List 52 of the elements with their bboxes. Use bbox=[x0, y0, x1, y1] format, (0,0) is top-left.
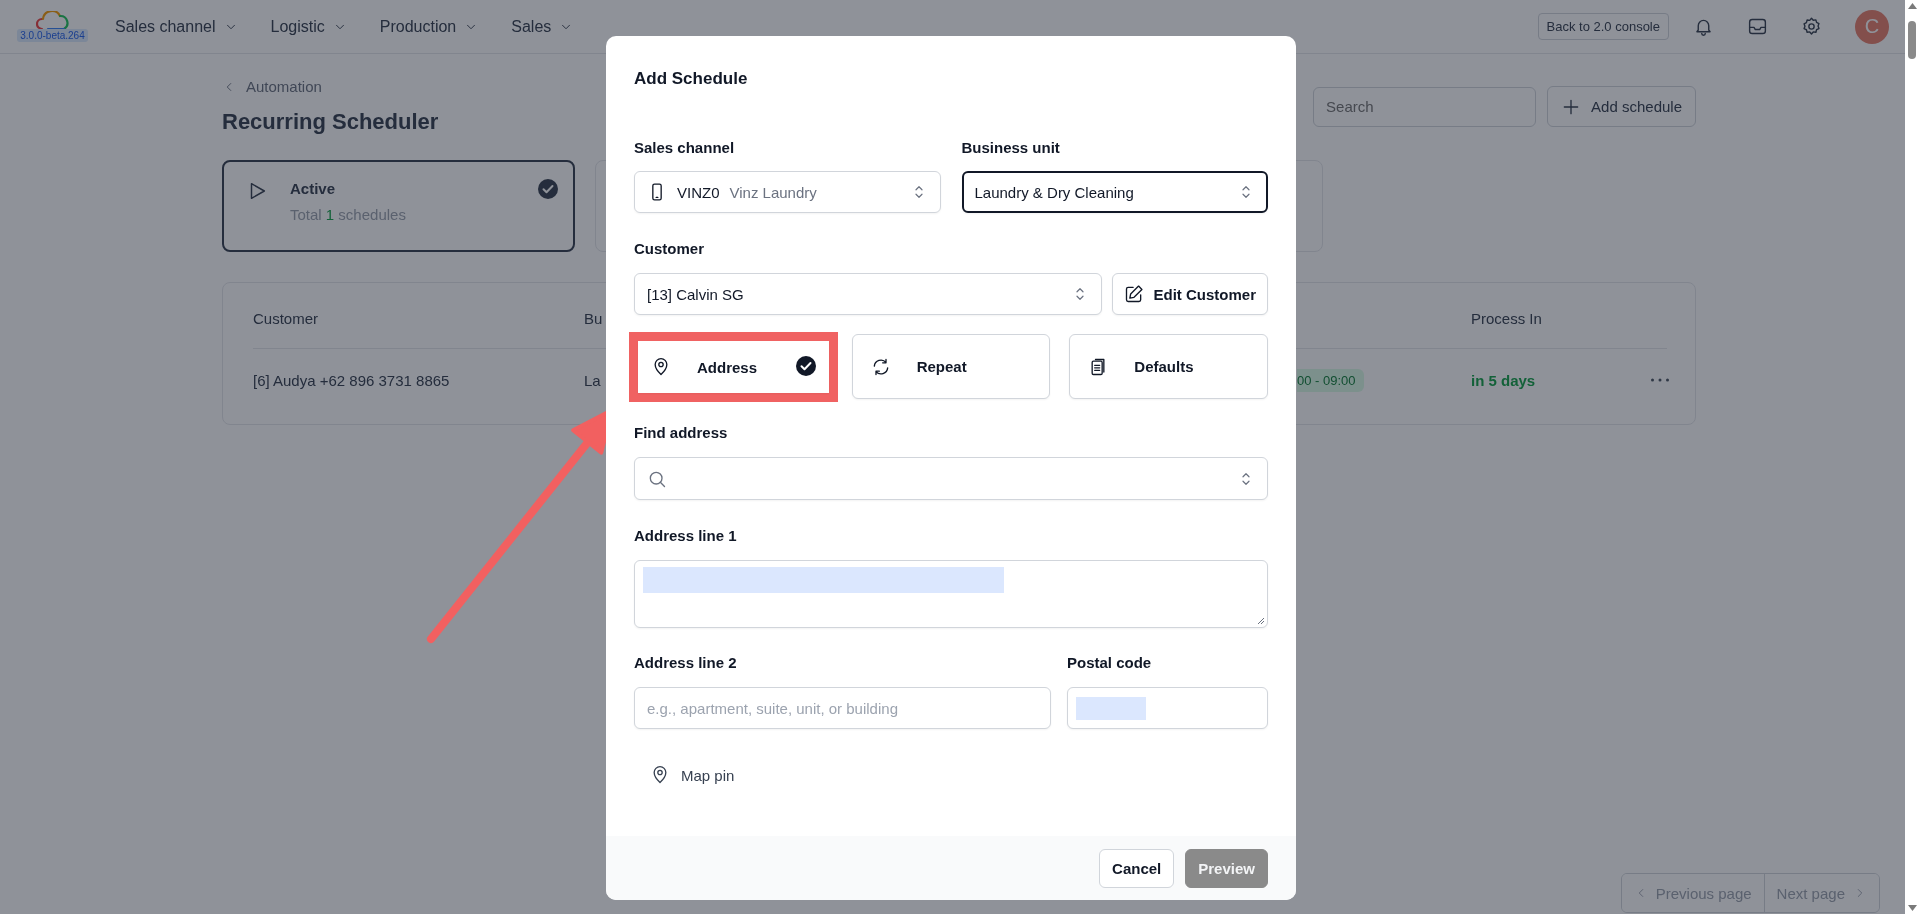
field-label: Address line 2 bbox=[634, 654, 738, 672]
address-line-1-field[interactable] bbox=[634, 560, 1268, 628]
settings-button[interactable] bbox=[1801, 16, 1822, 37]
field-label: Postal code bbox=[1067, 654, 1153, 672]
edit-customer-button[interactable]: Edit Customer bbox=[1112, 273, 1268, 315]
address-line-2-field[interactable]: e.g., apartment, suite, unit, or building bbox=[634, 687, 1051, 729]
section-button[interactable]: Defaults bbox=[1069, 334, 1268, 399]
dialog-title: Add Schedule bbox=[634, 69, 749, 90]
edit-icon bbox=[1124, 284, 1145, 304]
console-button[interactable]: Back to 2.0 console bbox=[1537, 13, 1669, 40]
map-pin-button[interactable]: Map pin bbox=[634, 765, 735, 785]
cancel-button[interactable]: Cancel bbox=[1099, 848, 1175, 888]
section-button[interactable]: Repeat bbox=[851, 334, 1051, 399]
section-button[interactable]: Address bbox=[638, 341, 829, 393]
inbox-button[interactable] bbox=[1747, 16, 1768, 37]
field-label: Customer bbox=[634, 240, 705, 258]
field-label: Sales channel bbox=[634, 139, 736, 157]
status-label: Active bbox=[290, 180, 337, 197]
table-cell-text: [6] Audya +62 896 3731 8865 bbox=[253, 371, 451, 389]
scrollbar-thumb[interactable] bbox=[1908, 21, 1916, 59]
inbox-icon bbox=[1747, 16, 1768, 37]
customer-select[interactable]: [13] Calvin SG bbox=[634, 273, 1103, 315]
table-cell-text: La bbox=[584, 371, 602, 389]
column-header: Bu bbox=[584, 310, 604, 327]
column-header: Customer bbox=[253, 310, 320, 327]
scroll-down-icon[interactable] bbox=[1907, 905, 1917, 911]
resize-grip-icon[interactable] bbox=[1257, 617, 1265, 625]
page-title: Recurring Scheduler bbox=[222, 109, 440, 135]
version-badge: 3.0.0-beta.264 bbox=[17, 29, 88, 42]
selection-highlight bbox=[1076, 696, 1146, 720]
table-cell-text: in 5 days bbox=[1471, 371, 1537, 389]
settings-icon bbox=[1801, 16, 1822, 37]
sales-channel-select[interactable]: VINZ0 Vinz Laundry bbox=[634, 171, 941, 213]
more-icon bbox=[1651, 378, 1669, 382]
business-unit-select[interactable]: Laundry & Dry Cleaning bbox=[961, 171, 1268, 213]
check-circle-icon bbox=[538, 179, 558, 199]
postal-code-field[interactable] bbox=[1067, 687, 1268, 729]
search-field[interactable]: Search bbox=[1313, 86, 1537, 127]
nav-menu[interactable]: Logistic bbox=[270, 17, 347, 36]
field-label: Business unit bbox=[961, 139, 1061, 157]
nav-menu[interactable]: Production bbox=[379, 17, 479, 36]
scroll-up-icon[interactable] bbox=[1907, 3, 1917, 9]
nav-menu[interactable]: Sales bbox=[511, 17, 574, 36]
breadcrumb-link[interactable]: Automation bbox=[222, 78, 322, 95]
find-address-field[interactable] bbox=[634, 457, 1268, 500]
add-schedule-button[interactable]: Add schedule bbox=[1547, 86, 1696, 127]
row-menu-button[interactable] bbox=[1651, 378, 1669, 382]
time-badge: 00 - 09:00 bbox=[1297, 368, 1364, 392]
field-label: Address line 1 bbox=[634, 527, 738, 545]
column-header: Process In bbox=[1471, 310, 1543, 327]
nav-menu[interactable]: Sales channel bbox=[115, 17, 238, 36]
field-label: Find address bbox=[634, 424, 729, 442]
